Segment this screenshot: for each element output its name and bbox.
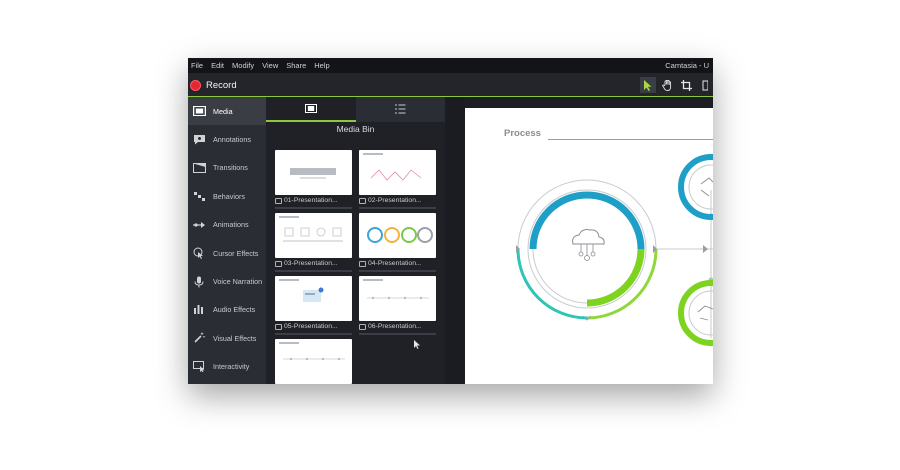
toolbar: Record — [188, 73, 713, 97]
sidebar-item-label: Transitions — [213, 163, 248, 173]
image-file-icon — [359, 260, 366, 267]
tools-sidebar: Media Annotations Transitions Behaviors … — [188, 97, 266, 384]
audio-bars-icon — [192, 304, 206, 316]
mouse-cursor-icon — [414, 336, 420, 354]
image-file-icon — [275, 323, 282, 330]
speech-bubble-icon — [192, 134, 206, 146]
media-label-01: 01-Presentation... — [275, 197, 338, 204]
image-file-icon — [359, 197, 366, 204]
menu-edit[interactable]: Edit — [208, 61, 229, 70]
media-item-label: 01-Presentation... — [284, 197, 338, 204]
menu-share[interactable]: Share — [283, 61, 311, 70]
film-strip-icon — [304, 100, 317, 118]
media-item-label: 06-Presentation... — [368, 323, 422, 330]
sidebar-item-label: Animations — [213, 220, 249, 230]
sidebar-item-label: Visual Effects — [213, 333, 257, 343]
image-file-icon — [275, 260, 282, 267]
menu-bar: File Edit Modify View Share Help Camtasi… — [188, 58, 713, 73]
media-thumbnail-06[interactable] — [359, 276, 436, 321]
record-button[interactable]: Record — [190, 78, 237, 93]
media-underline-04 — [359, 270, 436, 272]
media-underline-06 — [359, 333, 436, 335]
sidebar-item-transitions[interactable]: Transitions — [188, 154, 266, 182]
sidebar-item-media[interactable]: Media — [188, 97, 266, 126]
list-icon — [394, 101, 406, 119]
media-label-05: 05-Presentation... — [275, 323, 338, 330]
behaviors-icon — [192, 190, 206, 202]
media-thumbnail-07[interactable] — [275, 339, 352, 384]
sidebar-item-interactivity[interactable]: Interactivity — [188, 353, 266, 381]
media-underline-03 — [275, 270, 352, 272]
panel-divider[interactable] — [445, 97, 465, 384]
tab-media-bin[interactable] — [266, 97, 356, 122]
media-label-04: 04-Presentation... — [359, 260, 422, 267]
menu-view[interactable]: View — [259, 61, 283, 70]
media-item-label: 02-Presentation... — [368, 197, 422, 204]
media-thumbnail-03[interactable] — [275, 213, 352, 258]
more-tools-icon[interactable] — [697, 77, 713, 93]
sidebar-item-label: Behaviors — [213, 191, 245, 201]
media-underline-05 — [275, 333, 352, 335]
select-arrow-icon[interactable] — [640, 77, 656, 93]
camtasia-window: File Edit Modify View Share Help Camtasi… — [188, 58, 713, 384]
animation-arrow-icon — [192, 219, 206, 231]
media-thumbnail-05[interactable] — [275, 276, 352, 321]
media-bin-panel: Media Bin 01-Presentation... 02-Presenta… — [266, 97, 445, 384]
hand-pan-icon[interactable] — [659, 77, 675, 93]
interactive-screen-icon — [192, 361, 206, 373]
sidebar-item-voice-narration[interactable]: Voice Narration — [188, 267, 266, 295]
transition-icon — [192, 162, 206, 174]
media-thumbnail-04[interactable] — [359, 213, 436, 258]
media-item-label: 03-Presentation... — [284, 260, 338, 267]
media-item-label: 04-Presentation... — [368, 260, 422, 267]
menu-modify[interactable]: Modify — [229, 61, 259, 70]
cursor-effect-icon — [192, 247, 206, 260]
canvas-tools — [637, 77, 713, 93]
film-strip-icon — [192, 105, 206, 117]
sidebar-item-label: Media — [213, 106, 233, 116]
media-underline-01 — [275, 207, 352, 209]
media-bin-title: Media Bin — [336, 124, 375, 134]
sidebar-item-label: Interactivity — [213, 362, 250, 372]
sidebar-item-label: Cursor Effects — [213, 248, 259, 258]
sidebar-item-behaviors[interactable]: Behaviors — [188, 182, 266, 210]
media-label-02: 02-Presentation... — [359, 197, 422, 204]
sidebar-item-visual-effects[interactable]: Visual Effects — [188, 324, 266, 352]
sidebar-item-label: Audio Effects — [213, 305, 256, 315]
media-item-label: 05-Presentation... — [284, 323, 338, 330]
media-thumbnail-01[interactable] — [275, 150, 352, 195]
record-dot-icon — [190, 80, 201, 91]
sidebar-item-audio-effects[interactable]: Audio Effects — [188, 296, 266, 324]
media-label-03: 03-Presentation... — [275, 260, 338, 267]
window-title: Camtasia - U — [665, 61, 709, 70]
media-tabs — [266, 97, 445, 122]
sidebar-item-annotations[interactable]: Annotations — [188, 125, 266, 153]
image-file-icon — [359, 323, 366, 330]
media-thumbnail-02[interactable] — [359, 150, 436, 195]
sidebar-item-label: Annotations — [213, 135, 251, 145]
crop-icon[interactable] — [678, 77, 694, 93]
sidebar-item-animations[interactable]: Animations — [188, 211, 266, 239]
sidebar-item-cursor-effects[interactable]: Cursor Effects — [188, 239, 266, 267]
sidebar-item-label: Voice Narration — [213, 277, 263, 287]
image-file-icon — [275, 197, 282, 204]
process-diagram — [516, 154, 713, 346]
microphone-icon — [192, 276, 206, 288]
record-label: Record — [206, 80, 237, 91]
magic-wand-icon — [192, 332, 206, 344]
media-underline-02 — [359, 207, 436, 209]
menu-help[interactable]: Help — [311, 61, 334, 70]
menu-file[interactable]: File — [188, 61, 208, 70]
tab-library[interactable] — [356, 97, 446, 122]
media-label-06: 06-Presentation... — [359, 323, 422, 330]
preview-canvas[interactable]: Process — [465, 108, 713, 384]
